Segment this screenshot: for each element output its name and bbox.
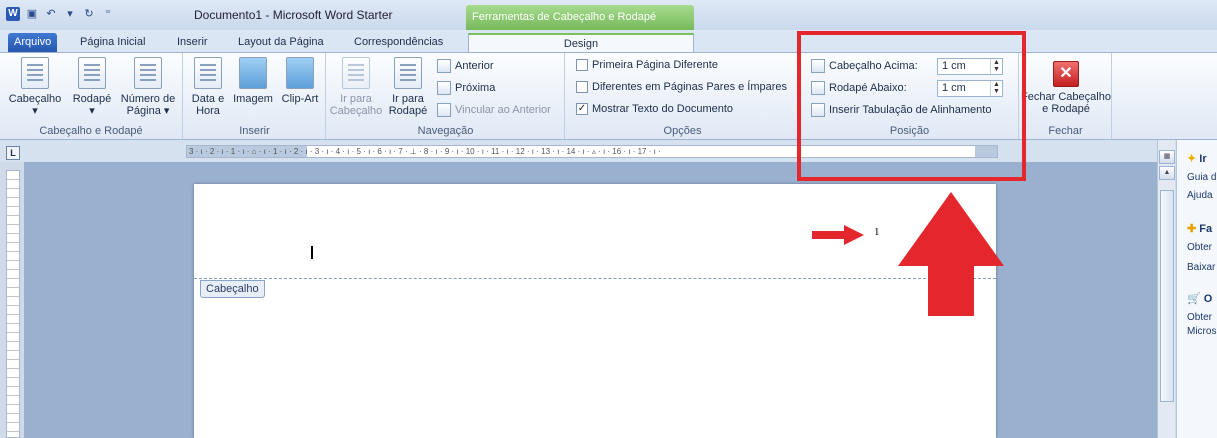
checkbox-checked[interactable]: ✓	[576, 103, 588, 115]
group-label: Fechar	[1048, 125, 1083, 137]
group-fechar: ✕ Fechar Cabeçalho e Rodapé Fechar	[1020, 53, 1112, 139]
save-icon[interactable]: ▣	[25, 7, 39, 21]
footer-icon	[78, 57, 106, 89]
group-opcoes: Primeira Página Diferente Diferentes em …	[566, 53, 800, 139]
ruler-marks: 3 · ı · 2 · ı · 1 · ı · ⌂ · ı · 1 · ı · …	[189, 147, 661, 156]
taskpane-link[interactable]: Obter	[1187, 242, 1212, 253]
group-label: Opções	[663, 125, 702, 137]
checkbox[interactable]	[576, 59, 588, 71]
proxima-button[interactable]: Próxima	[437, 81, 495, 95]
word-app-icon[interactable]: W	[6, 7, 20, 21]
calendar-icon	[194, 57, 222, 89]
taskpane-link[interactable]: Micros	[1187, 326, 1216, 337]
text-cursor	[311, 246, 313, 259]
title-bar: W ▣ ↶ ▾ ↻ ⁼ Documento1 - Microsoft Word …	[0, 0, 1217, 30]
vertical-ruler[interactable]	[6, 170, 20, 438]
data-hora-button[interactable]: Data e Hora	[188, 57, 228, 117]
ribbon-tabs: Arquivo Página Inicial Inserir Layout da…	[0, 30, 1217, 52]
header-boundary	[194, 278, 996, 279]
vertical-scrollbar[interactable]: ▦ ▲	[1157, 140, 1175, 438]
tab-inserir[interactable]: Inserir	[171, 33, 214, 52]
taskpane-link[interactable]: Baixar	[1187, 262, 1215, 273]
taskpane-heading-2: ✚ Fa	[1187, 223, 1213, 235]
link-icon	[437, 103, 451, 117]
page-number: 1	[874, 226, 880, 238]
redo-icon[interactable]: ↻	[82, 7, 96, 21]
header-tag: Cabeçalho	[200, 280, 265, 298]
ribbon: Cabeçalho ▾ Rodapé ▾ Número de Página ▾ …	[0, 52, 1217, 140]
header-icon	[21, 57, 49, 89]
red-arrow-right-icon	[812, 225, 864, 245]
taskpane-heading-3: 🛒 O	[1187, 293, 1213, 305]
picture-icon	[239, 57, 267, 89]
previous-icon	[437, 59, 451, 73]
group-inserir: Data e Hora Imagem Clip-Art Inserir	[184, 53, 326, 139]
ruler-row: L 3 · ı · 2 · ı · 1 · ı · ⌂ · ı · 1 · ı …	[0, 140, 1217, 162]
taskpane-link[interactable]: Obter	[1187, 312, 1212, 323]
red-arrow-up-icon	[898, 192, 1004, 316]
taskpane-link[interactable]: Ajuda	[1187, 190, 1213, 201]
undo-icon[interactable]: ↶	[44, 7, 58, 21]
imagem-button[interactable]: Imagem	[230, 57, 276, 105]
clipart-icon	[286, 57, 314, 89]
checkbox[interactable]	[576, 81, 588, 93]
red-highlight-box	[797, 31, 1026, 181]
task-pane: ✦ Ir Guia d Ajuda ✚ Fa Obter Baixar 🛒 O …	[1176, 140, 1217, 438]
go-to-header-icon	[342, 57, 370, 89]
quick-access-toolbar: W ▣ ↶ ▾ ↻ ⁼	[6, 7, 115, 21]
group-navegacao: Ir para Cabeçalho Ir para Rodapé Anterio…	[327, 53, 565, 139]
ir-rodape-button[interactable]: Ir para Rodapé	[385, 57, 431, 117]
clipart-button[interactable]: Clip-Art	[278, 57, 322, 105]
group-label: Inserir	[239, 125, 270, 137]
customize-qat-icon[interactable]: ⁼	[101, 7, 115, 21]
page-number-icon	[134, 57, 162, 89]
scroll-up-icon[interactable]: ▲	[1159, 166, 1175, 180]
mostrar-texto-checkbox[interactable]: ✓ Mostrar Texto do Documento	[576, 103, 733, 115]
tab-pagina-inicial[interactable]: Página Inicial	[74, 33, 151, 52]
anterior-button[interactable]: Anterior	[437, 59, 494, 73]
close-icon: ✕	[1053, 61, 1079, 87]
tab-layout[interactable]: Layout da Página	[232, 33, 330, 52]
window-title: Documento1 - Microsoft Word Starter	[194, 8, 393, 22]
numero-pagina-button[interactable]: Número de Página ▾	[117, 57, 179, 117]
context-tab-header: Ferramentas de Cabeçalho e Rodapé	[466, 5, 694, 30]
tab-design[interactable]: Design	[468, 33, 694, 52]
group-label: Cabeçalho e Rodapé	[39, 125, 143, 137]
next-icon	[437, 81, 451, 95]
taskpane-heading-1: ✦ Ir	[1187, 153, 1207, 165]
go-to-footer-icon	[394, 57, 422, 89]
group-cabecalho-rodape: Cabeçalho ▾ Rodapé ▾ Número de Página ▾ …	[0, 53, 183, 139]
taskpane-link[interactable]: Guia d	[1187, 172, 1216, 183]
document-page[interactable]: 1 Cabeçalho	[194, 184, 996, 438]
cabecalho-button[interactable]: Cabeçalho ▾	[4, 57, 66, 117]
scroll-thumb[interactable]	[1160, 190, 1174, 402]
vincular-anterior-button[interactable]: Vincular ao Anterior	[437, 103, 551, 117]
ruler-toggle-icon[interactable]: ▦	[1159, 150, 1175, 164]
ir-cabecalho-button[interactable]: Ir para Cabeçalho	[329, 57, 383, 117]
rodape-button[interactable]: Rodapé ▾	[70, 57, 114, 117]
pares-impares-checkbox[interactable]: Diferentes em Páginas Pares e Ímpares	[576, 81, 787, 93]
tab-selector[interactable]: L	[6, 146, 20, 160]
primeira-pagina-checkbox[interactable]: Primeira Página Diferente	[576, 59, 718, 71]
tab-correspondencias[interactable]: Correspondências	[348, 33, 449, 52]
dropdown-icon[interactable]: ▾	[63, 7, 77, 21]
group-label: Navegação	[417, 125, 474, 137]
fechar-cabecalho-button[interactable]: ✕ Fechar Cabeçalho e Rodapé	[1020, 57, 1112, 115]
tab-arquivo[interactable]: Arquivo	[8, 33, 58, 52]
